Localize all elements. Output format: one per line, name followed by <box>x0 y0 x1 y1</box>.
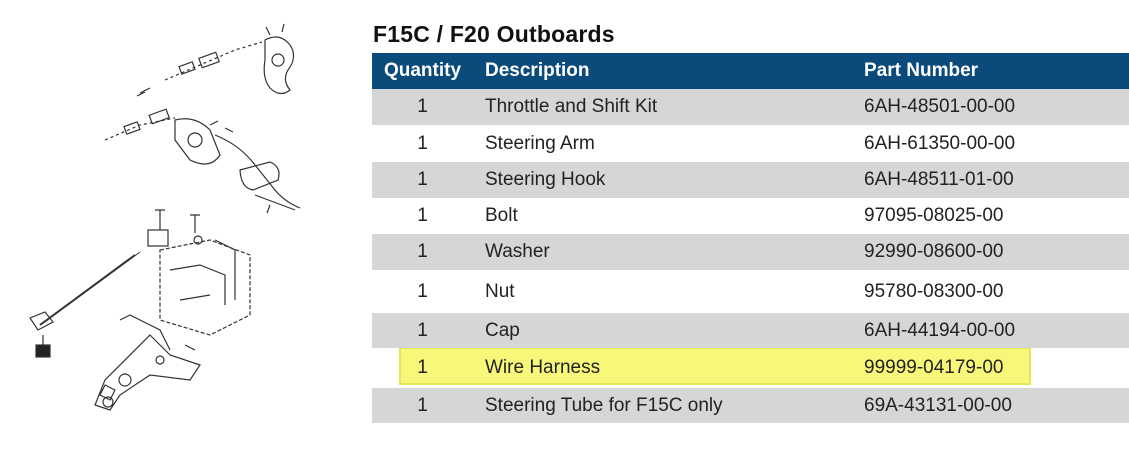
cell-quantity: 1 <box>417 205 428 226</box>
header-quantity: Quantity <box>383 60 462 81</box>
cell-quantity: 1 <box>417 319 428 341</box>
cell-quantity: 1 <box>417 357 428 378</box>
header-part-number: Part Number <box>864 60 979 81</box>
parts-exploded-diagram <box>0 0 360 452</box>
cell-part-number: 95780-08300-00 <box>864 280 1004 302</box>
throttle-cable-assembly <box>136 23 295 97</box>
cell-description: Throttle and Shift Kit <box>485 96 658 117</box>
cell-quantity: 1 <box>417 394 428 416</box>
steering-hook-assembly <box>29 209 251 358</box>
cell-description: Washer <box>485 241 550 262</box>
cell-description: Bolt <box>485 205 518 226</box>
table-row: 1 Bolt 97095-08025-00 <box>372 198 1129 234</box>
cell-part-number: 92990-08600-00 <box>864 241 1004 262</box>
cell-part-number: 6AH-44194-00-00 <box>864 319 1016 341</box>
cell-part-number: 6AH-48511-01-00 <box>864 169 1014 190</box>
table-row: 1 Throttle and Shift Kit 6AH-48501-00-00 <box>372 89 1129 125</box>
table-row: 1 Cap 6AH-44194-00-00 <box>372 313 1129 348</box>
parts-table: Quantity Description Part Number 1 Throt… <box>372 53 1129 423</box>
shift-linkage <box>104 108 301 214</box>
cell-part-number: 97095-08025-00 <box>864 205 1004 226</box>
cell-part-number: 6AH-48501-00-00 <box>864 96 1016 117</box>
table-header: Quantity Description Part Number <box>372 53 1129 89</box>
table-row: 1 Steering Tube for F15C only 69A-43131-… <box>372 388 1129 423</box>
cell-description: Nut <box>485 280 515 302</box>
table-row: 1 Steering Arm 6AH-61350-00-00 <box>372 125 1129 162</box>
table-row: 1 Washer 92990-08600-00 <box>372 234 1129 270</box>
cell-quantity: 1 <box>417 132 428 154</box>
cell-description: Steering Tube for F15C only <box>485 394 723 416</box>
cell-quantity: 1 <box>417 96 428 117</box>
table-body: 1 Throttle and Shift Kit 6AH-48501-00-00… <box>372 89 1129 423</box>
table-row: 1 Nut 95780-08300-00 <box>372 270 1129 313</box>
table-row-highlighted: 1 Wire Harness 99999-04179-00 <box>372 348 1129 388</box>
cell-description: Steering Arm <box>485 132 595 154</box>
cell-description: Cap <box>485 319 520 341</box>
cell-quantity: 1 <box>417 169 428 190</box>
cell-part-number: 99999-04179-00 <box>864 357 1004 378</box>
cell-quantity: 1 <box>417 280 428 302</box>
cell-description: Wire Harness <box>485 357 601 378</box>
cell-quantity: 1 <box>417 241 428 262</box>
cell-part-number: 6AH-61350-00-00 <box>864 132 1016 154</box>
table-row: 1 Steering Hook 6AH-48511-01-00 <box>372 162 1129 198</box>
cell-part-number: 69A-43131-00-00 <box>864 394 1012 416</box>
header-description: Description <box>485 60 590 81</box>
cell-description: Steering Hook <box>485 169 606 190</box>
page-title: F15C / F20 Outboards <box>373 21 615 47</box>
steering-arm-bracket <box>94 314 201 411</box>
